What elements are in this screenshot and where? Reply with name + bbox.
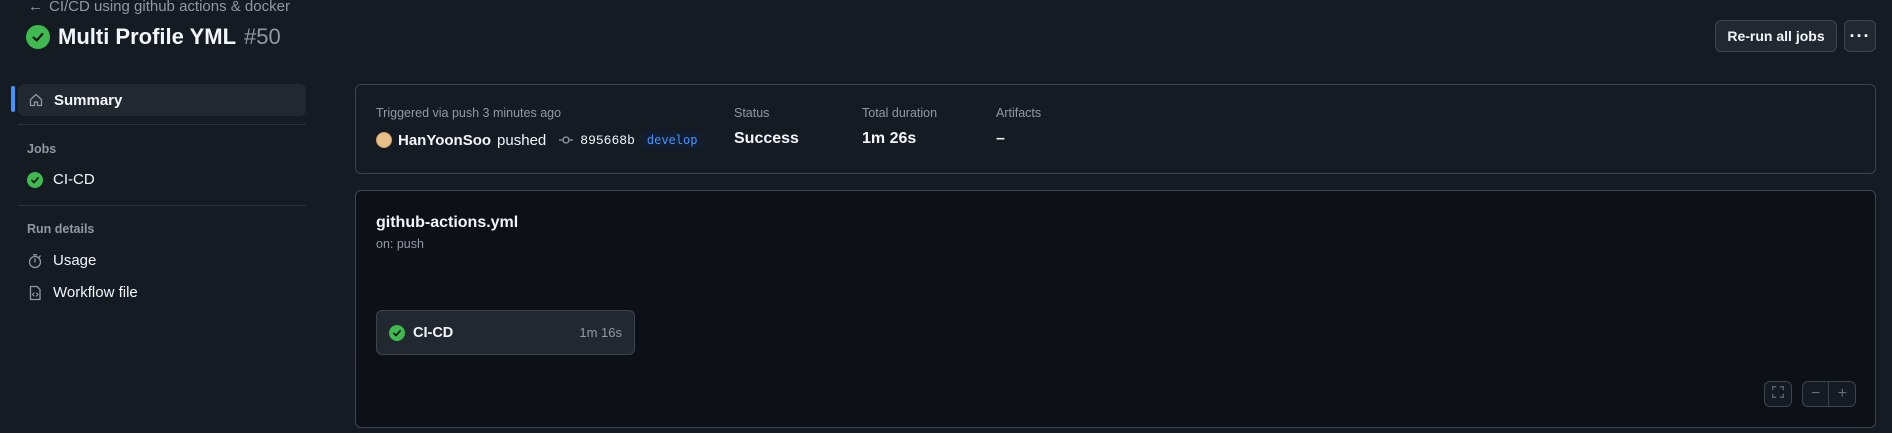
arrow-left-icon: ←: [28, 0, 43, 15]
check-circle-icon: [27, 171, 43, 188]
commit-sha[interactable]: 895668b: [580, 133, 635, 148]
file-code-icon: [27, 285, 43, 301]
sidebar-divider: [18, 205, 306, 206]
zoom-out-icon[interactable]: −: [1811, 385, 1820, 403]
sidebar-divider: [18, 124, 306, 125]
fullscreen-button[interactable]: [1764, 381, 1792, 407]
sidebar-item-workflow-file[interactable]: Workflow file: [27, 284, 138, 301]
sidebar-item-label: CI-CD: [53, 171, 95, 188]
page-title: Multi Profile YML: [58, 24, 237, 49]
commit-info: HanYoonSoo pushed 895668b develop: [376, 131, 704, 149]
run-number: #50: [244, 24, 281, 49]
sidebar-item-usage[interactable]: Usage: [27, 252, 96, 269]
check-circle-icon: [26, 25, 50, 49]
rerun-all-jobs-button[interactable]: Re-run all jobs: [1715, 20, 1837, 52]
run-details-heading: Run details: [27, 222, 95, 236]
run-summary-card: [355, 84, 1876, 174]
sidebar-item-label: Summary: [54, 91, 123, 109]
status-label: Status: [734, 106, 770, 120]
job-name: CI-CD: [413, 324, 454, 341]
zoom-in-icon[interactable]: +: [1838, 385, 1847, 403]
check-circle-icon: [389, 324, 405, 341]
branch-badge[interactable]: develop: [640, 131, 704, 149]
workflow-trigger: on: push: [376, 237, 424, 251]
duration-value: 1m 26s: [862, 130, 917, 147]
home-icon: [28, 92, 44, 108]
job-node-ci-cd[interactable]: CI-CD 1m 16s: [376, 310, 635, 355]
sidebar-item-summary[interactable]: Summary: [18, 84, 306, 116]
page-title-row: Multi Profile YML #50: [26, 24, 281, 50]
avatar: [376, 132, 392, 148]
duration-label: Total duration: [862, 106, 938, 120]
fullscreen-icon: [1771, 385, 1785, 404]
zoom-controls: − +: [1802, 381, 1856, 407]
back-link-label: CI/CD using github actions & docker: [49, 0, 290, 15]
jobs-heading: Jobs: [27, 142, 57, 156]
trigger-text: Triggered via push 3 minutes ago: [376, 106, 562, 120]
more-options-button[interactable]: ···: [1844, 20, 1876, 52]
job-duration: 1m 16s: [579, 325, 622, 340]
workflow-file-name: github-actions.yml: [376, 214, 519, 231]
git-commit-icon: [558, 132, 574, 148]
actor-name[interactable]: HanYoonSoo: [398, 132, 491, 149]
workflow-graph-card: [355, 190, 1876, 428]
back-link[interactable]: ← CI/CD using github actions & docker: [28, 0, 290, 14]
sidebar-item-label: Usage: [53, 252, 97, 269]
zoom-divider: [1828, 381, 1830, 407]
artifacts-label: Artifacts: [996, 106, 1042, 120]
artifacts-value: –: [996, 130, 1005, 147]
active-indicator: [11, 86, 15, 112]
sidebar-item-ci-cd[interactable]: CI-CD: [27, 171, 95, 188]
status-value: Success: [734, 130, 799, 147]
action-text: pushed: [497, 131, 547, 149]
sidebar-item-label: Workflow file: [53, 284, 138, 301]
stopwatch-icon: [27, 253, 43, 269]
